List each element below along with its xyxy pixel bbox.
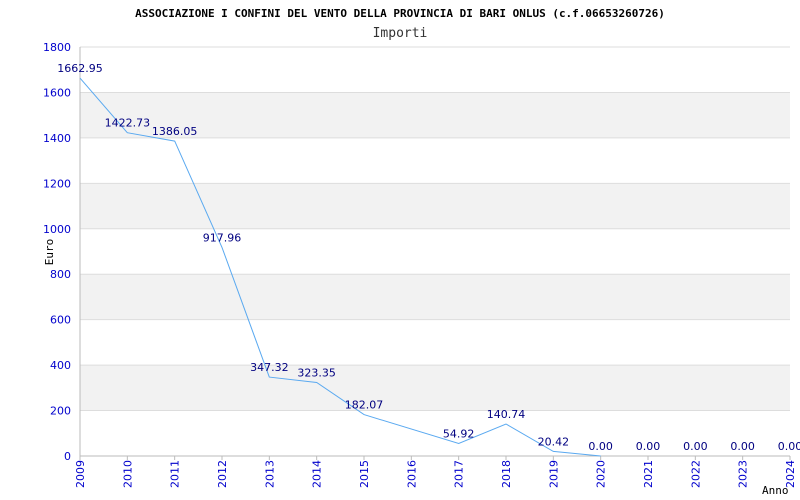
x-tick-label-2019: 2019: [547, 460, 560, 488]
chart-subtitle: Importi: [373, 26, 428, 41]
y-tick-label-200: 200: [50, 405, 71, 418]
x-tick-label-2010: 2010: [121, 460, 134, 488]
band-1: [80, 365, 790, 411]
background-bands: [80, 92, 790, 411]
x-tick-label-2012: 2012: [216, 460, 229, 488]
data-label-2010: 1422.73: [105, 117, 151, 130]
data-label-2018: 140.74: [487, 408, 526, 421]
x-tick-label-2009: 2009: [74, 460, 87, 488]
data-label-2017: 54.92: [443, 428, 475, 441]
band-3: [80, 274, 790, 320]
x-tick-label-2021: 2021: [642, 460, 655, 488]
x-axis-label: Anno: [762, 484, 789, 497]
y-tick-label-800: 800: [50, 268, 71, 281]
chart-title: ASSOCIAZIONE I CONFINI DEL VENTO DELLA P…: [135, 7, 665, 20]
y-tick-label-1600: 1600: [43, 86, 71, 99]
x-tick-label-2017: 2017: [453, 460, 466, 488]
band-5: [80, 183, 790, 229]
x-tick-label-2011: 2011: [169, 460, 182, 488]
y-tick-label-1400: 1400: [43, 132, 71, 145]
data-label-2019: 20.42: [538, 435, 570, 448]
data-label-2023: 0.00: [730, 440, 755, 453]
x-tick-label-2018: 2018: [500, 460, 513, 488]
x-tick-label-2016: 2016: [405, 460, 418, 488]
data-label-2014: 323.35: [297, 367, 336, 380]
y-tick-label-400: 400: [50, 359, 71, 372]
x-tick-label-2022: 2022: [689, 460, 702, 488]
x-tick-labels: 2009 2010 2011 2012 2013 2014 2015 2016 2017 2018…: [74, 460, 797, 488]
data-label-2022: 0.00: [683, 440, 708, 453]
data-label-2011: 1386.05: [152, 125, 198, 138]
data-label-2015: 182.07: [345, 399, 384, 412]
data-label-2020: 0.00: [588, 440, 613, 453]
x-tick-label-2014: 2014: [311, 460, 324, 488]
data-label-2013: 347.32: [250, 361, 289, 374]
data-label-2012: 917.96: [203, 231, 242, 244]
y-axis-label: Euro: [43, 239, 56, 266]
y-tick-label-1200: 1200: [43, 177, 71, 190]
line-chart-svg: 1662.95 1422.731386.05 917.96 347.32 323.35 1…: [43, 7, 800, 497]
y-tick-label-600: 600: [50, 314, 71, 327]
data-label-2024: 0.00: [778, 440, 800, 453]
x-tick-label-2013: 2013: [263, 460, 276, 488]
x-tick-label-2015: 2015: [358, 460, 371, 488]
data-label-2021: 0.00: [636, 440, 661, 453]
y-tick-label-1000: 1000: [43, 223, 71, 236]
data-label-2009: 1662.95: [57, 62, 103, 75]
x-tick-label-2023: 2023: [737, 460, 750, 488]
x-tick-label-2020: 2020: [595, 460, 608, 488]
y-tick-label-1800: 1800: [43, 41, 71, 54]
chart: 1662.95 1422.73 1386.05 917.96 347.32 323.35 1…: [0, 0, 800, 500]
y-tick-label-0: 0: [64, 450, 71, 463]
